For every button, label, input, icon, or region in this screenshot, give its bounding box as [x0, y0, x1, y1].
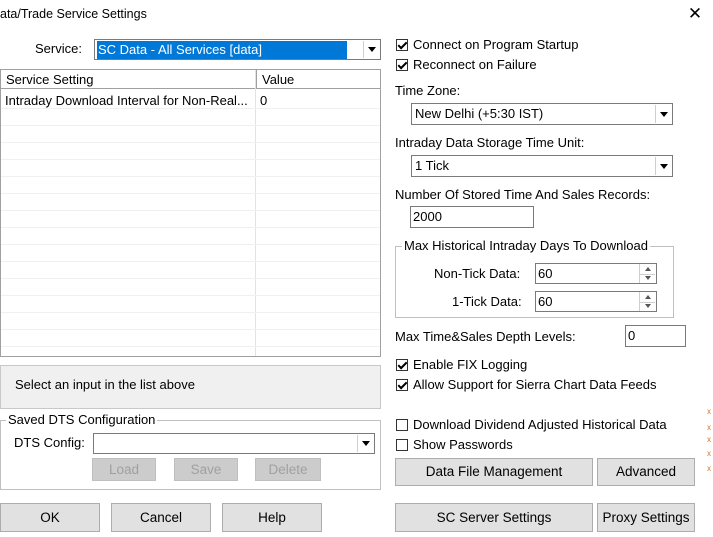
one-tick-label: 1-Tick Data: — [452, 294, 522, 309]
dts-config-label: DTS Config: — [14, 435, 85, 450]
chevron-down-icon[interactable] — [363, 41, 379, 58]
service-label: Service: — [35, 41, 82, 56]
chevron-down-icon[interactable] — [655, 157, 671, 175]
dividend-adjusted-label: Download Dividend Adjusted Historical Da… — [413, 417, 667, 432]
sierra-feeds-checkbox[interactable] — [396, 379, 408, 391]
background-window-edge: x x x x x — [706, 380, 713, 480]
fix-logging-checkbox[interactable] — [396, 359, 408, 371]
depth-levels-value: 0 — [628, 328, 636, 343]
depth-levels-input[interactable]: 0 — [625, 325, 686, 347]
table-row-empty — [1, 211, 380, 228]
chevron-down-icon[interactable] — [357, 435, 373, 452]
sc-server-settings-button[interactable]: SC Server Settings — [395, 503, 593, 532]
spin-down-icon[interactable] — [640, 302, 655, 312]
table-row[interactable]: Intraday Download Interval for Non-Real.… — [1, 92, 380, 109]
chevron-down-icon[interactable] — [655, 105, 671, 123]
delete-button[interactable]: Delete — [255, 458, 321, 481]
edge-mark: x — [707, 464, 711, 473]
one-tick-days-spinner[interactable]: 60 — [535, 291, 657, 312]
spinner-buttons[interactable] — [639, 264, 656, 283]
non-tick-days-spinner[interactable]: 60 — [535, 263, 657, 284]
data-file-management-button[interactable]: Data File Management — [395, 458, 593, 486]
spin-down-icon[interactable] — [640, 274, 655, 284]
depth-levels-label: Max Time&Sales Depth Levels: — [395, 329, 576, 344]
reconnect-on-failure-label: Reconnect on Failure — [413, 57, 537, 72]
service-settings-table[interactable]: Service Setting Value Intraday Download … — [0, 69, 381, 357]
table-cell-value: 0 — [260, 93, 268, 108]
max-historical-group-label: Max Historical Intraday Days To Download — [402, 238, 650, 253]
load-button[interactable]: Load — [92, 458, 156, 481]
non-tick-days-value: 60 — [538, 266, 553, 281]
time-zone-select[interactable]: New Delhi (+5:30 IST) — [411, 103, 673, 125]
reconnect-on-failure-checkbox[interactable] — [396, 59, 408, 71]
service-select-value: SC Data - All Services [data] — [97, 41, 347, 59]
setting-description-panel: Select an input in the list above — [0, 365, 381, 409]
stored-records-value: 2000 — [413, 209, 442, 224]
ok-button[interactable]: OK — [0, 503, 100, 532]
table-row-empty — [1, 296, 380, 313]
sierra-feeds-label: Allow Support for Sierra Chart Data Feed… — [413, 377, 657, 392]
stored-records-input[interactable]: 2000 — [410, 206, 534, 228]
dividend-adjusted-checkbox[interactable] — [396, 419, 408, 431]
service-select[interactable]: SC Data - All Services [data] — [94, 39, 381, 60]
time-zone-value: New Delhi (+5:30 IST) — [415, 106, 544, 121]
storage-time-unit-select[interactable]: 1 Tick — [411, 155, 673, 177]
storage-time-unit-label: Intraday Data Storage Time Unit: — [395, 135, 585, 150]
table-cell-setting: Intraday Download Interval for Non-Real.… — [5, 93, 248, 108]
show-passwords-label: Show Passwords — [413, 437, 513, 452]
fix-logging-label: Enable FIX Logging — [413, 357, 528, 372]
show-passwords-checkbox[interactable] — [396, 439, 408, 451]
non-tick-label: Non-Tick Data: — [434, 266, 521, 281]
table-row-empty — [1, 160, 380, 177]
column-header-setting[interactable]: Service Setting — [1, 70, 256, 89]
edge-mark: x — [707, 407, 711, 416]
table-row-empty — [1, 262, 380, 279]
table-row-empty — [1, 109, 380, 126]
advanced-button[interactable]: Advanced — [597, 458, 695, 486]
connect-on-startup-label: Connect on Program Startup — [413, 37, 579, 52]
edge-mark: x — [707, 449, 711, 458]
spinner-buttons[interactable] — [639, 292, 656, 311]
table-row-empty — [1, 245, 380, 262]
edge-mark: x — [707, 423, 711, 432]
setting-description-text: Select an input in the list above — [15, 377, 195, 392]
table-row-empty — [1, 177, 380, 194]
proxy-settings-button[interactable]: Proxy Settings — [597, 503, 695, 532]
edge-mark: x — [707, 435, 711, 444]
storage-time-unit-value: 1 Tick — [415, 158, 449, 173]
connect-on-startup-checkbox[interactable] — [396, 39, 408, 51]
column-header-value[interactable]: Value — [256, 70, 380, 89]
table-row-empty — [1, 313, 380, 330]
help-button[interactable]: Help — [222, 503, 322, 532]
stored-records-label: Number Of Stored Time And Sales Records: — [395, 187, 651, 202]
saved-dts-group-label: Saved DTS Configuration — [6, 412, 158, 427]
table-row-empty — [1, 330, 380, 347]
table-row-empty — [1, 143, 380, 160]
one-tick-days-value: 60 — [538, 294, 553, 309]
time-zone-label: Time Zone: — [395, 83, 461, 98]
dts-config-select[interactable] — [93, 433, 375, 454]
table-row-empty — [1, 228, 380, 245]
table-row-empty — [1, 279, 380, 296]
table-row-empty — [1, 194, 380, 211]
window-title: ata/Trade Service Settings — [0, 7, 147, 21]
save-button[interactable]: Save — [174, 458, 238, 481]
table-row-empty — [1, 126, 380, 143]
cancel-button[interactable]: Cancel — [111, 503, 211, 532]
close-icon[interactable]: ✕ — [684, 3, 706, 25]
